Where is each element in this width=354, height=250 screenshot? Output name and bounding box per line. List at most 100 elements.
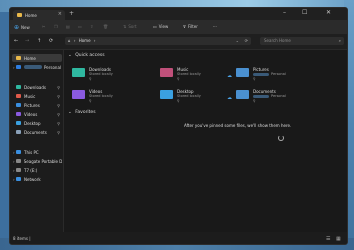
pin-icon: ⚲ [57,120,60,126]
sidebar-item-t7[interactable]: › T7 (E:) [12,166,62,174]
pin-icon: ⚲ [253,99,256,103]
status-bar: 8 items | ☰ ▦ [10,233,347,244]
cloud-sync-icon: ☁ [227,95,232,101]
quick-access-item-documents[interactable]: Documents Personal ⚲ [236,88,306,104]
pin-icon: ⚲ [89,77,92,81]
pin-icon: ⚲ [89,99,92,103]
tiles-view-icon[interactable]: ▦ [336,236,341,242]
address-dropdown-icon[interactable]: ⌄ [236,37,239,45]
sidebar-item-downloads[interactable]: Downloads ⚲ [12,83,62,91]
sidebar-item-label: Personal [44,64,62,70]
sidebar-item-desktop[interactable]: Desktop ⚲ [12,119,62,127]
pictures-icon [16,103,21,107]
favorites-empty-message: After you've pinned some files, we'll sh… [184,123,292,128]
quick-access-item-status: Stored locally [89,72,113,76]
close-window-button[interactable]: ✕ [326,9,331,16]
tab-close-icon[interactable]: × [58,11,62,17]
tab-title: Home [25,12,37,18]
sidebar-item-label: Pictures [24,102,40,108]
sidebar-item-home[interactable]: Home [12,54,62,62]
breadcrumb-home[interactable]: Home [79,38,91,43]
quick-access-item-name: Pictures [253,67,269,72]
new-button[interactable]: ⊕ New [14,24,30,31]
cut-icon[interactable]: ✂ [42,24,45,29]
pin-icon: ⚲ [57,102,60,108]
music-icon [16,94,21,98]
desktop-folder-icon [160,90,173,99]
favorites-header[interactable]: ⌄ Favorites [68,110,96,115]
sidebar-item-label: Seagate Portable Dr [23,158,62,164]
expand-chevron-icon[interactable]: › [13,159,15,164]
home-icon: ⌂ [68,38,71,43]
filter-icon: ⊽ [183,24,186,29]
sidebar-item-label: Music [24,93,36,99]
pin-icon: ⚲ [57,111,60,117]
delete-icon[interactable]: 🗑 [103,24,108,29]
back-button[interactable]: ← [14,38,18,44]
sidebar-item-videos[interactable]: Videos ⚲ [12,110,62,118]
quick-access-item-videos[interactable]: Videos Stored locally ⚲ [72,88,142,104]
sidebar-item-documents[interactable]: Documents ⚲ [12,128,62,136]
forward-button[interactable]: → [25,38,29,44]
new-plus-icon: ⊕ [14,24,20,31]
refresh-button[interactable]: ⟳ [49,38,53,44]
sidebar-item-label: Videos [24,111,38,117]
sidebar-item-label: This PC [24,149,39,155]
minimize-button[interactable]: – [283,9,286,16]
sidebar-item-personal[interactable]: › Personal [12,63,62,71]
view-button[interactable]: ▭ View [153,24,168,29]
sort-button[interactable]: ⇅ Sort [123,24,137,29]
quick-access-header[interactable]: ⌄ Quick access [68,53,105,58]
quick-access-item-desktop[interactable]: Desktop Stored locally ⚲ [160,88,230,104]
drive-icon [16,168,21,172]
copy-icon[interactable]: ❐ [54,24,58,29]
more-options-button[interactable]: ··· [213,24,217,29]
address-refresh-icon[interactable]: ⟳ [245,37,248,45]
expand-chevron-icon[interactable]: › [13,177,15,182]
tab-home[interactable]: Home × [13,10,65,20]
expand-chevron-icon[interactable]: › [13,65,15,70]
expand-chevron-icon[interactable]: › [13,168,15,173]
quick-access-item-status: Stored locally [177,94,201,98]
sidebar-item-pictures[interactable]: Pictures ⚲ [12,101,62,109]
breadcrumb-chevron-2: › [93,38,96,43]
maximize-button[interactable]: ☐ [302,9,307,16]
favorites-heading: Favorites [75,110,96,115]
pin-icon: ⚲ [57,129,60,135]
search-icon: ⌕ [338,38,341,43]
filter-label: Filter [187,24,198,29]
redacted-account-name [253,73,269,76]
drive-icon [16,159,21,163]
music-folder-icon [160,68,173,77]
new-tab-button[interactable]: + [69,10,74,17]
quick-access-heading: Quick access [75,53,105,58]
cloud-sync-icon: ☁ [227,73,232,79]
search-input[interactable]: Search Home ⌕ [260,37,344,45]
redacted-account-name [24,65,42,69]
sidebar-item-network[interactable]: › Network [12,175,62,183]
command-bar: ⊕ New ✂ ❐ ▤ ▭ ⇪ 🗑 ⇅ Sort ▭ View ⊽ Filter… [10,20,347,34]
quick-access-item-pictures[interactable]: Pictures Personal ⚲ [236,66,306,82]
sidebar-item-this-pc[interactable]: › This PC [12,148,62,156]
filter-button[interactable]: ⊽ Filter [183,24,198,29]
quick-access-item-status: Personal [271,72,286,76]
sidebar-item-seagate[interactable]: › Seagate Portable Dr [12,157,62,165]
expand-chevron-icon[interactable]: › [13,150,15,155]
quick-access-item-status: Stored locally [177,72,201,76]
rename-icon[interactable]: ▭ [78,24,82,29]
sidebar-item-music[interactable]: Music ⚲ [12,92,62,100]
network-icon [16,177,21,181]
pin-icon: ⚲ [253,77,256,81]
videos-folder-icon [72,90,85,99]
home-folder-icon [17,13,22,17]
sort-label: Sort [128,24,137,29]
quick-access-item-music[interactable]: Music Stored locally ⚲ [160,66,230,82]
sidebar-item-label: Network [24,176,41,182]
quick-access-item-downloads[interactable]: Downloads Stored locally ⚲ [72,66,142,82]
share-icon[interactable]: ⇪ [90,24,93,29]
paste-icon[interactable]: ▤ [66,24,70,29]
address-bar[interactable]: ⌂ › Home › ⌄ ⟳ [65,37,251,45]
details-view-icon[interactable]: ☰ [326,236,330,242]
chevron-down-icon: ⌄ [68,110,72,115]
up-button[interactable]: ↑ [37,38,41,44]
